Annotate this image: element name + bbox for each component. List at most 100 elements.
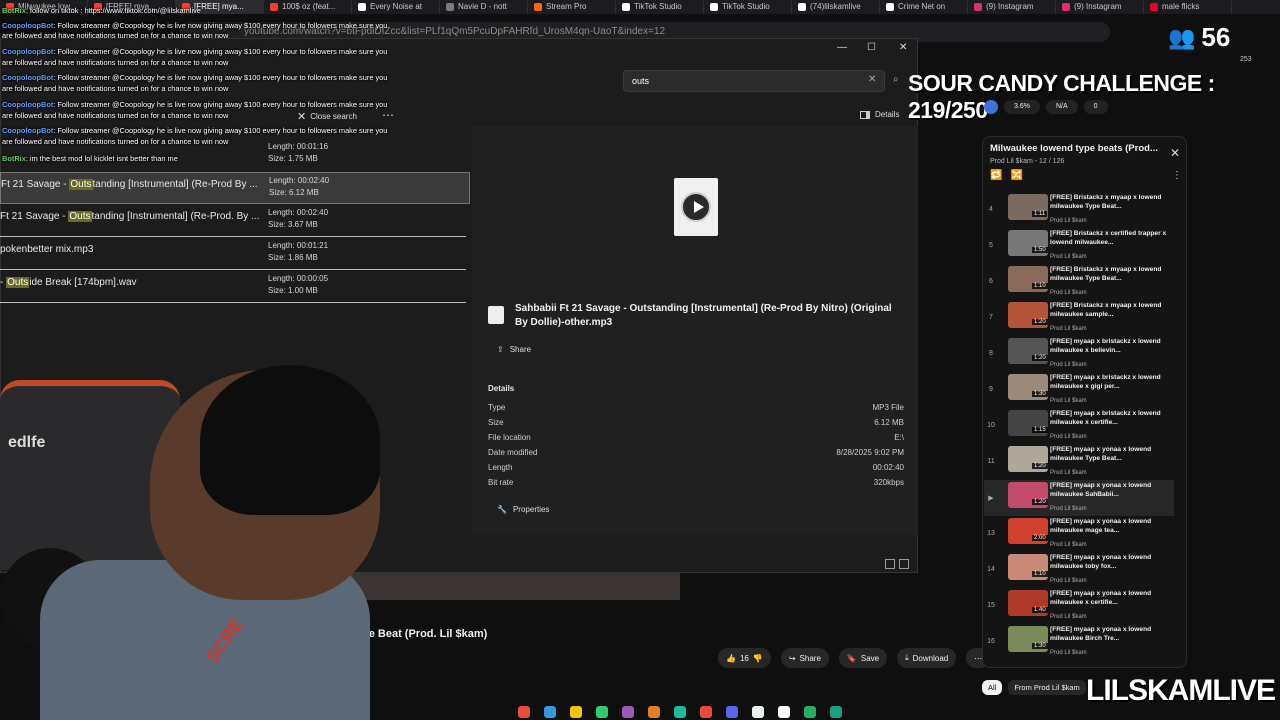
- list-item[interactable]: Ft 21 Savage - Outstanding [Instrumental…: [0, 172, 470, 204]
- playlist-item[interactable]: 5 1:50 [FREE] Bristackz x certified trappe…: [984, 228, 1174, 264]
- row-divider: [0, 269, 466, 270]
- tab-7[interactable]: TikTok Studio: [616, 0, 704, 14]
- result-length: Length: 00:01:21: [268, 241, 329, 250]
- taskbar-app-icon[interactable]: [570, 706, 582, 718]
- download-button[interactable]: ⤓ Download: [897, 648, 957, 668]
- taskbar-app-icon[interactable]: [622, 706, 634, 718]
- tab-label: TikTok Studio: [634, 2, 682, 11]
- more-options-icon[interactable]: ⋯: [382, 108, 394, 122]
- video-title: [FREE] myaap x yonaa x lowend milwaukee …: [1050, 446, 1152, 462]
- preview-file-name: Sahbabii Ft 21 Savage - Outstanding [Ins…: [515, 303, 892, 328]
- row-divider: [0, 302, 466, 303]
- shuffle-icon[interactable]: 🔀: [1010, 170, 1022, 181]
- video-title: [FREE] myaap x yonaa x lowend milwaukee …: [1050, 590, 1152, 606]
- thumbs-up-icon: 👍: [726, 653, 736, 663]
- tab-8[interactable]: TikTok Studio: [704, 0, 792, 14]
- share-video-button[interactable]: ↪ Share: [780, 648, 829, 668]
- close-window-icon[interactable]: ✕: [899, 42, 907, 53]
- playlist-title[interactable]: Milwaukee lowend type beats (Prod...: [990, 143, 1160, 154]
- filter-chips: All From Prod Lil $kam: [982, 680, 1086, 695]
- chat-text: are followed and have notifications turn…: [2, 111, 229, 120]
- video-duration: 2:00: [1032, 535, 1048, 541]
- video-title: [FREE] myaap x yonaa x lowend milwaukee …: [1050, 554, 1152, 570]
- channel-name: Prod Lil $kam: [1050, 254, 1087, 260]
- playlist-item[interactable]: 9 1:30 [FREE] myaap x bristackz x lowend m…: [984, 372, 1174, 408]
- tab-6[interactable]: Stream Pro: [528, 0, 616, 14]
- minimize-icon[interactable]: —: [837, 42, 847, 53]
- taskbar-app-icon[interactable]: [700, 706, 712, 718]
- tab-favicon-icon: [974, 3, 982, 11]
- detail-value: 00:02:40: [872, 463, 904, 472]
- detail-row: Size 6.12 MB: [488, 418, 904, 427]
- playlist-item[interactable]: 13 2:00 [FREE] myaap x yonaa x lowend milw…: [984, 516, 1174, 552]
- details-pane-icon: [860, 110, 870, 119]
- playlist-index: 15: [987, 602, 995, 609]
- search-input[interactable]: outs: [623, 70, 885, 92]
- playlist-item[interactable]: 4 1:11 [FREE] Bristackz x myaap x lowend m…: [984, 192, 1174, 228]
- loop-icon[interactable]: 🔁: [990, 170, 1002, 181]
- video-player-fragment[interactable]: [340, 572, 680, 600]
- playlist-item[interactable]: 11 1:20 [FREE] myaap x yonaa x lowend milw…: [984, 444, 1174, 480]
- taskbar-app-icon[interactable]: [544, 706, 556, 718]
- taskbar-app-icon[interactable]: [674, 706, 686, 718]
- playlist-item[interactable]: 6 1:10 [FREE] Bristackz x myaap x lowend m…: [984, 264, 1174, 300]
- tab-5[interactable]: Navie D - nott: [440, 0, 528, 14]
- detail-value: MP3 File: [872, 403, 904, 412]
- list-item[interactable]: - Outside Break [174bpm].wav Length: 00:0…: [0, 271, 470, 303]
- tab-9[interactable]: (74)lilskamlive: [792, 0, 880, 14]
- taskbar-app-icon[interactable]: [726, 706, 738, 718]
- playlist-item[interactable]: 15 1:40 [FREE] myaap x yonaa x lowend milw…: [984, 588, 1174, 624]
- playlist-index: 7: [989, 314, 993, 321]
- tab-3[interactable]: 100$ oz (feat...: [264, 0, 352, 14]
- playlist-item[interactable]: 14 1:10 [FREE] myaap x yonaa x lowend milw…: [984, 552, 1174, 588]
- taskbar-app-icon[interactable]: [778, 706, 790, 718]
- maximize-icon[interactable]: ☐: [867, 42, 876, 53]
- tab-12[interactable]: (9) Instagram: [1056, 0, 1144, 14]
- playlist-item[interactable]: 7 1:20 [FREE] Bristackz x myaap x lowend m…: [984, 300, 1174, 336]
- viewer-count: 👥 56: [1168, 22, 1230, 53]
- save-button[interactable]: 🔖 Save: [838, 648, 888, 668]
- taskbar-app-icon[interactable]: [830, 706, 842, 718]
- details-view-icon[interactable]: [885, 559, 895, 569]
- like-button[interactable]: 👍 16 👎: [718, 648, 771, 668]
- chat-text: : follow on tiktok : https://www.tiktok.…: [25, 6, 201, 15]
- tab-13[interactable]: male flicks: [1144, 0, 1232, 14]
- chat-text: : Follow streamer @Coopology he is live …: [53, 126, 388, 135]
- playlist-menu-icon[interactable]: ⋮: [1172, 170, 1182, 181]
- playlist-item[interactable]: 16 1:30 [FREE] myaap x yonaa x lowend milw…: [984, 624, 1174, 660]
- taskbar-app-icon[interactable]: [596, 706, 608, 718]
- close-playlist-icon[interactable]: ✕: [1170, 146, 1180, 160]
- channel-name: Prod Lil $kam: [1050, 398, 1087, 404]
- playlist-item[interactable]: 8 1:20 [FREE] myaap x bristackz x lowend m…: [984, 336, 1174, 372]
- filter-from-channel[interactable]: From Prod Lil $kam: [1008, 680, 1086, 695]
- playlist-item[interactable]: 10 1:15 [FREE] myaap x bristackz x lowend …: [984, 408, 1174, 444]
- playlist-subtitle: Prod Lil $kam - 12 / 126: [990, 158, 1065, 165]
- list-item[interactable]: Ft 21 Savage - Outstanding [Instrumental…: [0, 205, 470, 237]
- search-icon[interactable]: ⌕: [893, 74, 899, 85]
- detail-value: 320kbps: [873, 478, 904, 487]
- chat-message: CoopoloopBot: Follow streamer @Coopology…: [2, 100, 387, 110]
- tab-10[interactable]: Crime Net on: [880, 0, 968, 14]
- tab-4[interactable]: Every Noise at: [352, 0, 440, 14]
- taskbar-app-icon[interactable]: [752, 706, 764, 718]
- extension-icon[interactable]: [984, 100, 998, 114]
- tab-11[interactable]: (9) Instagram: [968, 0, 1056, 14]
- clear-search-icon[interactable]: ✕: [868, 74, 876, 85]
- details-pane-button[interactable]: Details: [860, 110, 899, 119]
- taskbar-app-icon[interactable]: [648, 706, 660, 718]
- close-search-button[interactable]: ✕ Close search: [297, 110, 357, 123]
- list-item[interactable]: pokenbetter mix.mp3 Length: 00:01:21 Size:…: [0, 238, 470, 270]
- result-length: Length: 00:02:40: [269, 176, 330, 185]
- playlist-item[interactable]: ▶ 1:20 [FREE] myaap x yonaa x lowend milwa…: [984, 480, 1174, 516]
- share-file-button[interactable]: ⇪ Share: [497, 345, 531, 354]
- like-count: 16: [739, 653, 749, 663]
- result-name-part: ide Break [174bpm].wav: [29, 277, 137, 288]
- properties-button[interactable]: 🔧 Properties: [497, 505, 549, 514]
- taskbar-app-icon[interactable]: [804, 706, 816, 718]
- tiles-view-icon[interactable]: [899, 559, 909, 569]
- taskbar-app-icon[interactable]: [518, 706, 530, 718]
- video-duration: 1:10: [1032, 283, 1048, 289]
- thumbs-down-icon[interactable]: 👎: [753, 654, 763, 663]
- chat-text: : im the best mod lol kicklet isnt bette…: [25, 154, 178, 163]
- filter-all[interactable]: All: [982, 680, 1003, 695]
